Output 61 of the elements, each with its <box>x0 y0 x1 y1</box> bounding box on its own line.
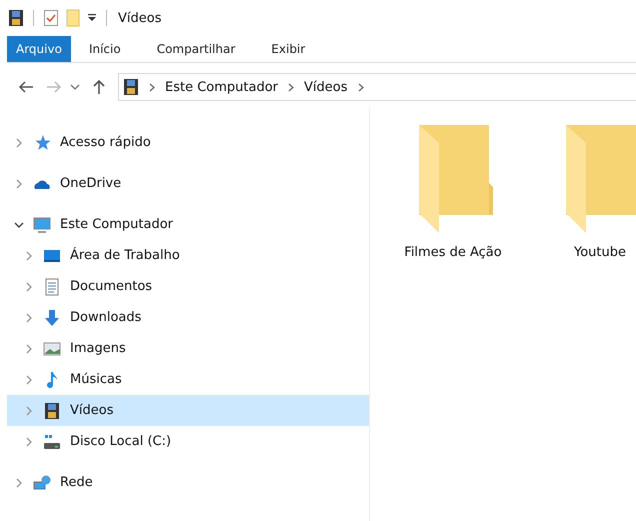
ribbon-tab[interactable]: Compartilhar <box>138 36 254 62</box>
sidebar-label: Downloads <box>70 310 142 325</box>
document-icon <box>43 278 61 296</box>
chevron-right-icon[interactable] <box>149 82 155 92</box>
chevron-right-icon[interactable] <box>288 82 294 92</box>
chevron-right-icon[interactable] <box>24 250 34 260</box>
folder-icon[interactable] <box>66 9 80 27</box>
download-arrow-icon <box>43 308 61 326</box>
chevron-right-icon[interactable] <box>14 478 24 488</box>
back-arrow-icon[interactable] <box>18 80 34 94</box>
sidebar-item[interactable]: Este Computador <box>0 209 369 240</box>
sidebar-label: Imagens <box>70 341 126 356</box>
sidebar-item[interactable]: Downloads <box>0 302 369 333</box>
breadcrumb-item[interactable]: Este Computador <box>165 80 278 94</box>
sidebar-item[interactable]: Músicas <box>0 364 369 395</box>
folder-label: Filmes de Ação <box>404 245 502 260</box>
ribbon-tab[interactable]: Exibir <box>253 36 324 62</box>
chevron-right-icon[interactable] <box>14 138 24 148</box>
sidebar-item[interactable]: Vídeos <box>7 395 369 426</box>
sidebar-item[interactable]: OneDrive <box>0 168 369 199</box>
sidebar-item[interactable]: Acesso rápido <box>0 127 369 158</box>
properties-icon[interactable] <box>43 9 59 27</box>
sidebar-label: OneDrive <box>60 176 122 191</box>
sidebar-label: Disco Local (C:) <box>70 434 172 449</box>
folder-label: Youtube <box>574 245 626 260</box>
breadcrumb-item[interactable]: Vídeos <box>304 80 348 94</box>
chevron-down-icon[interactable] <box>14 220 24 230</box>
forward-arrow-icon[interactable] <box>46 80 62 94</box>
sidebar-label: Acesso rápido <box>60 135 151 150</box>
sidebar-label: Músicas <box>70 372 122 387</box>
chevron-right-icon[interactable] <box>24 282 34 292</box>
window-title: Vídeos <box>118 10 162 26</box>
chevron-right-icon[interactable] <box>24 344 34 354</box>
sidebar-label: Vídeos <box>70 403 114 418</box>
network-icon <box>33 474 51 492</box>
drive-icon <box>43 432 61 450</box>
ribbon-tab[interactable]: Início <box>70 36 139 62</box>
address-bar[interactable]: Este Computador Vídeos <box>118 73 636 101</box>
chevron-down-icon[interactable] <box>70 84 80 90</box>
sidebar-item[interactable]: Área de Trabalho <box>0 240 369 271</box>
folder-item[interactable]: Filmes de Ação <box>388 125 518 521</box>
sidebar-item[interactable]: Rede <box>0 467 369 498</box>
star-icon <box>33 134 51 152</box>
chevron-right-icon[interactable] <box>358 82 364 92</box>
chevron-right-icon[interactable] <box>24 312 34 322</box>
sidebar-label: Rede <box>60 475 93 490</box>
up-arrow-icon[interactable] <box>92 79 106 95</box>
dropdown-icon[interactable] <box>87 13 97 23</box>
sidebar-label: Área de Trabalho <box>70 248 180 263</box>
sidebar-item[interactable]: Documentos <box>0 271 369 302</box>
sidebar-item[interactable]: Imagens <box>0 333 369 364</box>
chevron-right-icon[interactable] <box>24 436 34 446</box>
chevron-right-icon[interactable] <box>24 374 34 384</box>
folder-item[interactable]: Youtube <box>535 125 636 521</box>
ribbon-tab[interactable]: Arquivo <box>7 36 71 62</box>
sidebar-item[interactable]: Disco Local (C:) <box>0 426 369 457</box>
chevron-right-icon[interactable] <box>14 178 24 188</box>
sidebar-label: Documentos <box>70 279 152 294</box>
sidebar-label: Este Computador <box>60 217 174 232</box>
monitor-icon <box>33 216 51 234</box>
picture-frame-icon <box>43 340 61 358</box>
